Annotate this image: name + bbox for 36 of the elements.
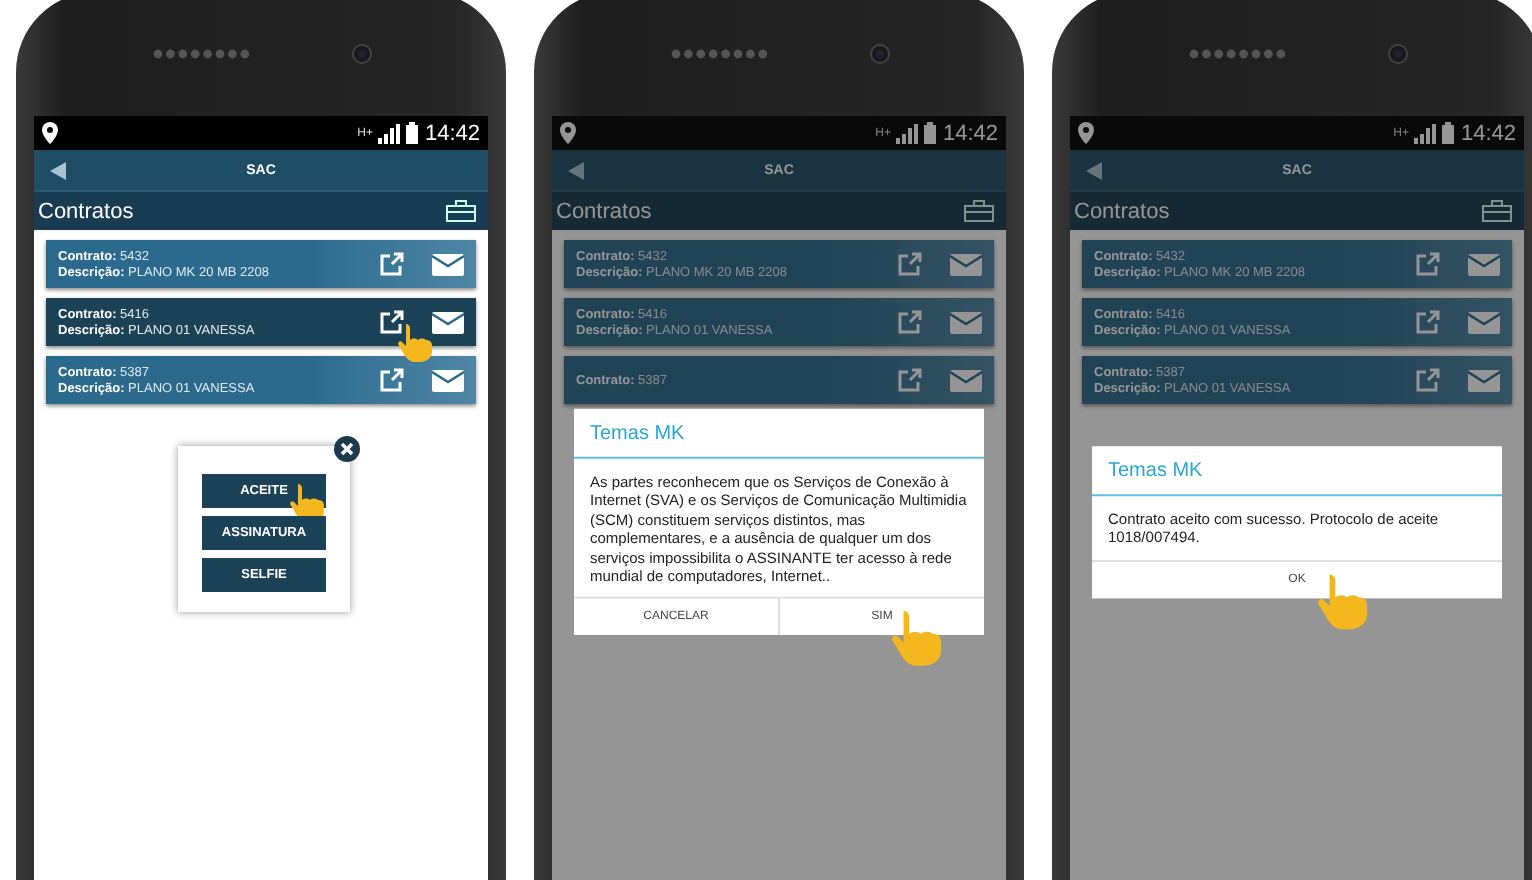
speaker-grille-icon — [151, 46, 251, 62]
camera-icon — [1387, 44, 1407, 64]
section-title: Contratos — [1074, 199, 1170, 223]
camera-icon — [869, 44, 889, 64]
signal-icon — [378, 123, 401, 143]
dialog-title: Temas MK — [574, 408, 984, 459]
location-pin-icon — [560, 122, 576, 144]
signal-icon — [896, 123, 919, 143]
clock-time: 14:42 — [942, 121, 998, 145]
battery-icon — [924, 122, 937, 144]
mail-icon[interactable] — [432, 369, 464, 391]
back-icon[interactable] — [1086, 161, 1102, 179]
external-link-icon[interactable] — [380, 368, 404, 392]
back-icon[interactable] — [50, 161, 66, 179]
briefcase-icon[interactable] — [964, 200, 994, 222]
location-pin-icon — [42, 122, 58, 144]
battery-icon — [1442, 122, 1455, 144]
signal-icon — [1414, 123, 1437, 143]
mail-icon[interactable] — [432, 253, 464, 275]
clock-time: 14:42 — [1460, 121, 1516, 145]
speaker-grille-icon — [1187, 46, 1287, 62]
clock-time: 14:42 — [424, 121, 480, 145]
briefcase-icon[interactable] — [446, 200, 476, 222]
section-title: Contratos — [556, 199, 652, 223]
external-link-icon[interactable] — [380, 310, 404, 334]
close-icon[interactable] — [334, 436, 360, 462]
speaker-grille-icon — [669, 46, 769, 62]
briefcase-icon[interactable] — [1482, 200, 1512, 222]
external-link-icon[interactable] — [380, 252, 404, 276]
dialog-title: Temas MK — [1092, 446, 1502, 497]
back-icon[interactable] — [568, 161, 584, 179]
battery-icon — [406, 122, 419, 144]
section-title: Contratos — [38, 199, 134, 223]
camera-icon — [351, 44, 371, 64]
mail-icon[interactable] — [432, 311, 464, 333]
location-pin-icon — [1078, 122, 1094, 144]
